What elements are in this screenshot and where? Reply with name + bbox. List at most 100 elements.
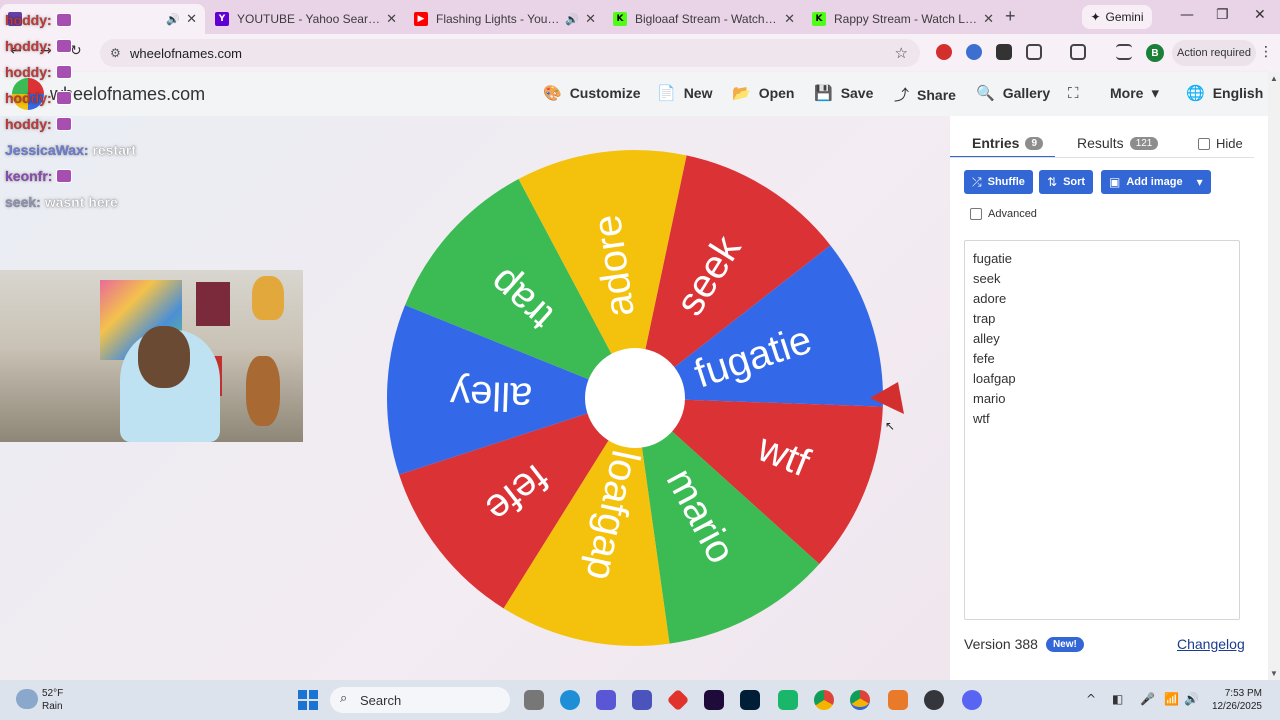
copilot-icon[interactable]	[596, 690, 616, 710]
weather-widget[interactable]: 52°F Rain	[42, 687, 63, 713]
sound-icon[interactable]: 🔊	[565, 13, 579, 26]
wheel-segment-label: alley	[449, 372, 533, 419]
gallery-button[interactable]: 🔍 Gallery	[976, 84, 1050, 102]
restore-icon[interactable]: ❐	[1216, 7, 1229, 23]
entry-line: seek	[973, 271, 1001, 286]
kick-favicon-icon: K	[613, 12, 627, 26]
teams-icon[interactable]	[632, 690, 652, 710]
tray-chevron-icon[interactable]: ^	[1086, 692, 1096, 706]
premiere-icon[interactable]	[704, 690, 724, 710]
emote-icon	[55, 13, 72, 27]
microphone-icon[interactable]: 🎤	[1140, 692, 1155, 706]
tab-bigloaaf-stream[interactable]: K Bigloaaf Stream - Watch Live on Kick ✕	[605, 4, 803, 34]
volume-icon[interactable]: 🔊	[1184, 692, 1199, 706]
taskbar-search[interactable]: ⌕ Search	[330, 687, 510, 713]
browser-menu-icon[interactable]: ⋮	[1259, 44, 1273, 60]
tab-yahoo-search[interactable]: Y YOUTUBE - Yahoo Search Results ✕	[207, 4, 405, 34]
tab-entries[interactable]: Entries 9	[972, 135, 1044, 151]
customize-button[interactable]: 🎨 Customize	[543, 84, 640, 102]
tab-rappy-stream[interactable]: K Rappy Stream - Watch Live on Kick ✕	[804, 4, 1002, 34]
edge-icon[interactable]	[560, 690, 580, 710]
search-icon: 🔍	[976, 84, 995, 102]
url-field[interactable]: ⚙ wheelofnames.com ☆	[100, 39, 920, 67]
language-button[interactable]: 🌐 English	[1186, 84, 1263, 102]
site-info-icon[interactable]: ⚙	[110, 46, 121, 60]
emote-icon	[55, 39, 72, 53]
chat-message: hoddy:	[5, 12, 72, 28]
gemini-button[interactable]: ✦ Gemini	[1082, 5, 1152, 29]
close-tab-icon[interactable]: ✕	[186, 11, 197, 27]
gemini-sparkle-icon: ✦	[1090, 10, 1101, 24]
close-tab-icon[interactable]: ✕	[784, 11, 795, 27]
add-image-button[interactable]: ▣ Add image ▾	[1101, 170, 1211, 194]
media-control-icon[interactable]	[1116, 44, 1132, 60]
chat-message: hoddy:	[5, 116, 72, 132]
app-icon[interactable]	[924, 690, 944, 710]
scroll-up-icon[interactable]: ▲	[1270, 74, 1278, 83]
entry-line: alley	[973, 331, 1000, 346]
new-button[interactable]: 📄 New	[657, 84, 712, 102]
taskbar-clock[interactable]: 7:53 PM 12/26/2025	[1198, 687, 1262, 713]
changelog-link[interactable]: Changelog	[1177, 636, 1245, 652]
puzzle-extensions-icon[interactable]	[1026, 44, 1042, 60]
discord-icon[interactable]	[962, 690, 982, 710]
mouse-cursor-icon: ↖	[885, 419, 896, 433]
photoshop-icon[interactable]	[740, 690, 760, 710]
tab-youtube[interactable]: ▶ Flashing Lights - YouTube 🔊 ✕	[406, 4, 604, 34]
palette-icon: 🎨	[543, 84, 562, 102]
entries-count-badge: 9	[1025, 136, 1044, 150]
extension-icon[interactable]	[996, 44, 1012, 60]
hide-checkbox[interactable]: Hide	[1198, 136, 1243, 151]
bookmark-star-icon[interactable]: ☆	[895, 44, 908, 62]
start-button[interactable]	[298, 690, 318, 710]
sort-button[interactable]: ⇅ Sort	[1039, 170, 1094, 194]
advanced-checkbox[interactable]: Advanced	[970, 208, 1037, 220]
chat-message: seek: wasnt here	[5, 194, 118, 210]
page-scrollbar[interactable]: ▲ ▼	[1268, 72, 1280, 680]
entry-line: mario	[973, 391, 1006, 406]
app-icon[interactable]	[778, 690, 798, 710]
more-button[interactable]: More ▾	[1110, 84, 1159, 102]
chrome-active-icon[interactable]	[850, 690, 870, 710]
action-required-button[interactable]: Action required	[1172, 40, 1256, 66]
extension-icon[interactable]	[966, 44, 982, 60]
checkbox-icon[interactable]	[1198, 137, 1210, 150]
close-tab-icon[interactable]: ✕	[386, 11, 397, 27]
save-button[interactable]: 💾 Save	[814, 84, 873, 102]
checkbox-icon[interactable]	[970, 208, 982, 220]
weather-cloud-icon[interactable]	[16, 689, 38, 709]
wheel-svg[interactable]: seekfugatiewtfmarioloafgapfefealleytrap a…	[385, 148, 885, 648]
tray-app-icon[interactable]: ◧	[1112, 692, 1123, 706]
tab-search-icon[interactable]	[1070, 44, 1086, 60]
chat-message: hoddy:	[5, 64, 72, 80]
opera-extension-icon[interactable]	[936, 44, 952, 60]
profile-avatar[interactable]: B	[1146, 44, 1164, 62]
chrome-icon[interactable]	[814, 690, 834, 710]
app-icon[interactable]	[666, 688, 690, 712]
shuffle-button[interactable]: ⤮ Shuffle	[964, 170, 1033, 194]
close-tab-icon[interactable]: ✕	[983, 11, 994, 27]
entry-line: fefe	[973, 351, 995, 366]
site-name[interactable]: wheelofnames.com	[50, 84, 205, 105]
close-tab-icon[interactable]: ✕	[585, 11, 596, 27]
task-view-icon[interactable]	[524, 690, 544, 710]
close-window-icon[interactable]: ✕	[1254, 7, 1266, 23]
app-icon[interactable]	[888, 690, 908, 710]
yahoo-favicon-icon: Y	[215, 12, 229, 26]
wifi-icon[interactable]: 📶	[1164, 692, 1179, 706]
reload-icon[interactable]: ↻	[70, 43, 82, 59]
chevron-down-icon: ▾	[1196, 175, 1203, 189]
scroll-down-icon[interactable]: ▼	[1270, 669, 1278, 678]
wheel-of-names[interactable]: seek fugatie wtf mario loafgap fefe alley trap a…	[385, 148, 885, 648]
fullscreen-button[interactable]: ⛶	[1068, 84, 1079, 102]
open-button[interactable]: 📂 Open	[732, 84, 794, 102]
sound-icon[interactable]: 🔊	[166, 13, 180, 26]
minimize-icon[interactable]: —	[1180, 7, 1194, 23]
tab-results[interactable]: Results 121	[1077, 135, 1159, 151]
wheel-center-hub[interactable]	[585, 348, 685, 448]
emote-icon	[55, 91, 72, 105]
entries-textarea[interactable]: fugatie seek adore trap alley fefe loafg…	[964, 240, 1240, 620]
new-tab-button[interactable]: +	[1005, 6, 1016, 27]
streamer-webcam	[0, 270, 303, 442]
share-button[interactable]: ⤴ Share	[894, 84, 956, 105]
